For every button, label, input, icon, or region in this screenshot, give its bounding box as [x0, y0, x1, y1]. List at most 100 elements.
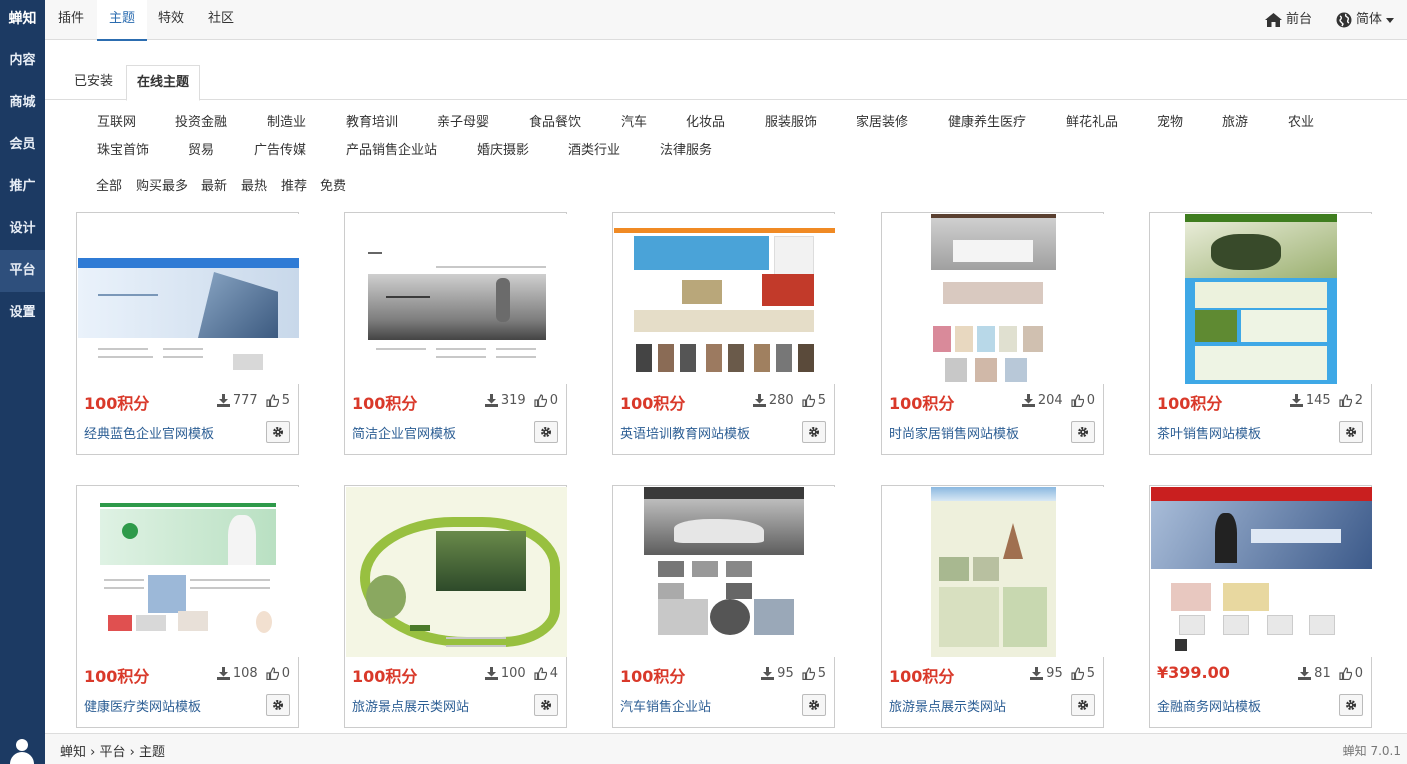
category-link[interactable]: 服装服饰	[765, 111, 817, 130]
download-count: 204	[1037, 393, 1063, 408]
gear-icon	[1078, 700, 1088, 710]
theme-settings-button[interactable]	[1071, 421, 1095, 443]
category-link[interactable]: 珠宝首饰	[97, 139, 149, 158]
sidebar-item-shop[interactable]: 商城	[0, 82, 45, 124]
download-icon	[761, 667, 775, 680]
sidebar-item-promotion[interactable]: 推广	[0, 166, 45, 208]
theme-preview-image[interactable]	[614, 214, 835, 384]
like-count: 5	[817, 666, 826, 681]
category-link[interactable]: 教育培训	[346, 111, 398, 130]
category-link[interactable]: 宠物	[1157, 111, 1183, 130]
sidebar-item-settings[interactable]: 设置	[0, 292, 45, 334]
category-link[interactable]: 亲子母婴	[437, 111, 489, 130]
category-link[interactable]: 汽车	[621, 111, 647, 130]
sidebar-item-content[interactable]: 内容	[0, 40, 45, 82]
theme-title[interactable]: 简洁企业官网模板	[352, 423, 456, 442]
version-label: 蝉知 7.0.1	[1342, 744, 1401, 758]
tab-community[interactable]: 社区	[208, 0, 234, 40]
globe-icon	[1336, 12, 1352, 28]
filter-newest[interactable]: 最新	[201, 175, 227, 194]
category-link[interactable]: 化妆品	[686, 111, 725, 130]
theme-preview-image[interactable]	[346, 487, 567, 657]
download-count: 145	[1305, 393, 1331, 408]
category-link[interactable]: 贸易	[188, 139, 214, 158]
user-avatar-icon[interactable]	[7, 736, 37, 764]
category-link[interactable]: 食品餐饮	[529, 111, 581, 130]
category-link[interactable]: 旅游	[1222, 111, 1248, 130]
filter-free[interactable]: 免费	[320, 175, 346, 194]
download-count: 319	[500, 393, 526, 408]
breadcrumb-separator: ›	[129, 745, 135, 760]
like-count: 0	[549, 393, 558, 408]
theme-title[interactable]: 汽车销售企业站	[620, 696, 711, 715]
theme-title[interactable]: 经典蓝色企业官网模板	[84, 423, 214, 442]
theme-preview-image[interactable]	[1151, 214, 1372, 384]
category-link[interactable]: 投资金融	[175, 111, 227, 130]
tab-effects[interactable]: 特效	[158, 0, 184, 40]
category-link[interactable]: 农业	[1288, 111, 1314, 130]
breadcrumb-root[interactable]: 蝉知	[60, 745, 86, 760]
category-link[interactable]: 家居装修	[856, 111, 908, 130]
theme-preview-image[interactable]	[883, 487, 1104, 657]
filter-most-bought[interactable]: 购买最多	[136, 175, 188, 194]
front-site-link[interactable]: 前台	[1265, 0, 1312, 40]
theme-title[interactable]: 茶叶销售网站模板	[1157, 423, 1261, 442]
category-link[interactable]: 鲜花礼品	[1066, 111, 1118, 130]
theme-settings-button[interactable]	[1339, 694, 1363, 716]
theme-price: 100积分	[352, 667, 418, 686]
theme-settings-button[interactable]	[802, 694, 826, 716]
filter-all[interactable]: 全部	[96, 175, 122, 194]
category-link[interactable]: 婚庆摄影	[477, 139, 529, 158]
sidebar-item-design[interactable]: 设计	[0, 208, 45, 250]
tab-plugins[interactable]: 插件	[58, 0, 84, 40]
theme-preview-image[interactable]	[78, 214, 299, 384]
theme-settings-button[interactable]	[266, 421, 290, 443]
theme-price: 100积分	[1157, 394, 1223, 413]
theme-title[interactable]: 旅游景点展示类网站	[352, 696, 469, 715]
sidebar-item-members[interactable]: 会员	[0, 124, 45, 166]
theme-title[interactable]: 健康医疗类网站模板	[84, 696, 201, 715]
download-count: 81	[1314, 666, 1331, 681]
language-label: 简体	[1356, 12, 1383, 27]
theme-stats: 204 0	[1021, 393, 1095, 408]
category-link[interactable]: 广告传媒	[254, 139, 306, 158]
theme-settings-button[interactable]	[534, 421, 558, 443]
theme-stats: 95 5	[1030, 666, 1095, 681]
sidebar-item-platform[interactable]: 平台	[0, 250, 45, 292]
category-link[interactable]: 制造业	[267, 111, 306, 130]
theme-title[interactable]: 时尚家居销售网站模板	[889, 423, 1019, 442]
filter-recommended[interactable]: 推荐	[281, 175, 307, 194]
theme-settings-button[interactable]	[534, 694, 558, 716]
category-link[interactable]: 酒类行业	[568, 139, 620, 158]
theme-title[interactable]: 旅游景点展示类网站	[889, 696, 1006, 715]
theme-settings-button[interactable]	[1339, 421, 1363, 443]
theme-preview-image[interactable]	[614, 487, 835, 657]
theme-settings-button[interactable]	[1071, 694, 1095, 716]
theme-price: 100积分	[352, 394, 418, 413]
breadcrumb-platform[interactable]: 平台	[100, 745, 126, 760]
theme-settings-button[interactable]	[802, 421, 826, 443]
brand-logo[interactable]: 蝉知	[0, 0, 45, 40]
theme-settings-button[interactable]	[266, 694, 290, 716]
tab-online-themes[interactable]: 在线主题	[126, 65, 201, 101]
thumbs-up-icon	[1071, 394, 1084, 407]
theme-title[interactable]: 金融商务网站模板	[1157, 696, 1261, 715]
theme-title[interactable]: 英语培训教育网站模板	[620, 423, 750, 442]
download-icon	[1289, 394, 1303, 407]
category-link[interactable]: 健康养生医疗	[948, 111, 1026, 130]
gear-icon	[541, 700, 551, 710]
theme-preview-image[interactable]	[346, 214, 567, 384]
tab-installed[interactable]: 已安装	[64, 65, 123, 100]
theme-preview-image[interactable]	[883, 214, 1104, 384]
theme-preview-image[interactable]	[78, 487, 299, 657]
like-count: 5	[281, 393, 290, 408]
category-link[interactable]: 法律服务	[660, 139, 712, 158]
language-dropdown[interactable]: 简体	[1336, 0, 1395, 40]
category-link[interactable]: 产品销售企业站	[346, 139, 437, 158]
theme-price: 100积分	[620, 667, 686, 686]
category-link[interactable]: 互联网	[97, 111, 136, 130]
theme-stats: 81 0	[1298, 666, 1363, 681]
theme-preview-image[interactable]	[1151, 487, 1372, 657]
filter-hottest[interactable]: 最热	[241, 175, 267, 194]
tab-themes[interactable]: 主题	[97, 0, 148, 41]
